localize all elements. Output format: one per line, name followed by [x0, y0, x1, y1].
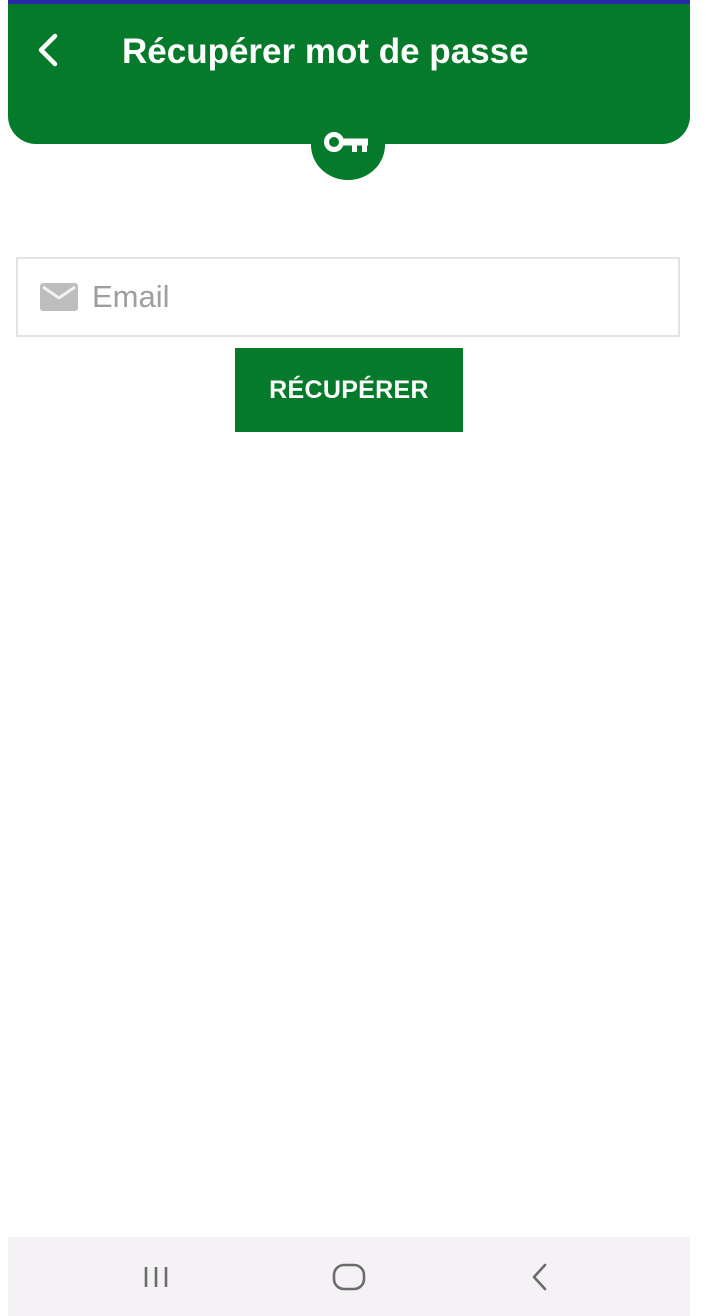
email-input[interactable] — [92, 267, 652, 327]
back-icon — [532, 1263, 547, 1291]
recents-icon — [144, 1267, 168, 1287]
home-button[interactable] — [319, 1255, 379, 1299]
system-back-button[interactable] — [510, 1255, 570, 1299]
key-icon — [324, 132, 368, 152]
page-title: Récupérer mot de passe — [122, 32, 529, 71]
home-icon — [332, 1263, 366, 1291]
chevron-left-icon — [38, 33, 58, 67]
recents-button[interactable] — [126, 1255, 186, 1299]
recover-button[interactable]: RÉCUPÉRER — [235, 348, 463, 432]
system-nav-bar — [8, 1237, 690, 1316]
mail-icon — [40, 283, 78, 311]
back-button[interactable] — [28, 26, 68, 74]
email-field[interactable] — [16, 257, 680, 337]
key-badge — [311, 110, 385, 180]
screen: Récupérer mot de passe RÉCUPÉRER — [0, 0, 706, 1316]
